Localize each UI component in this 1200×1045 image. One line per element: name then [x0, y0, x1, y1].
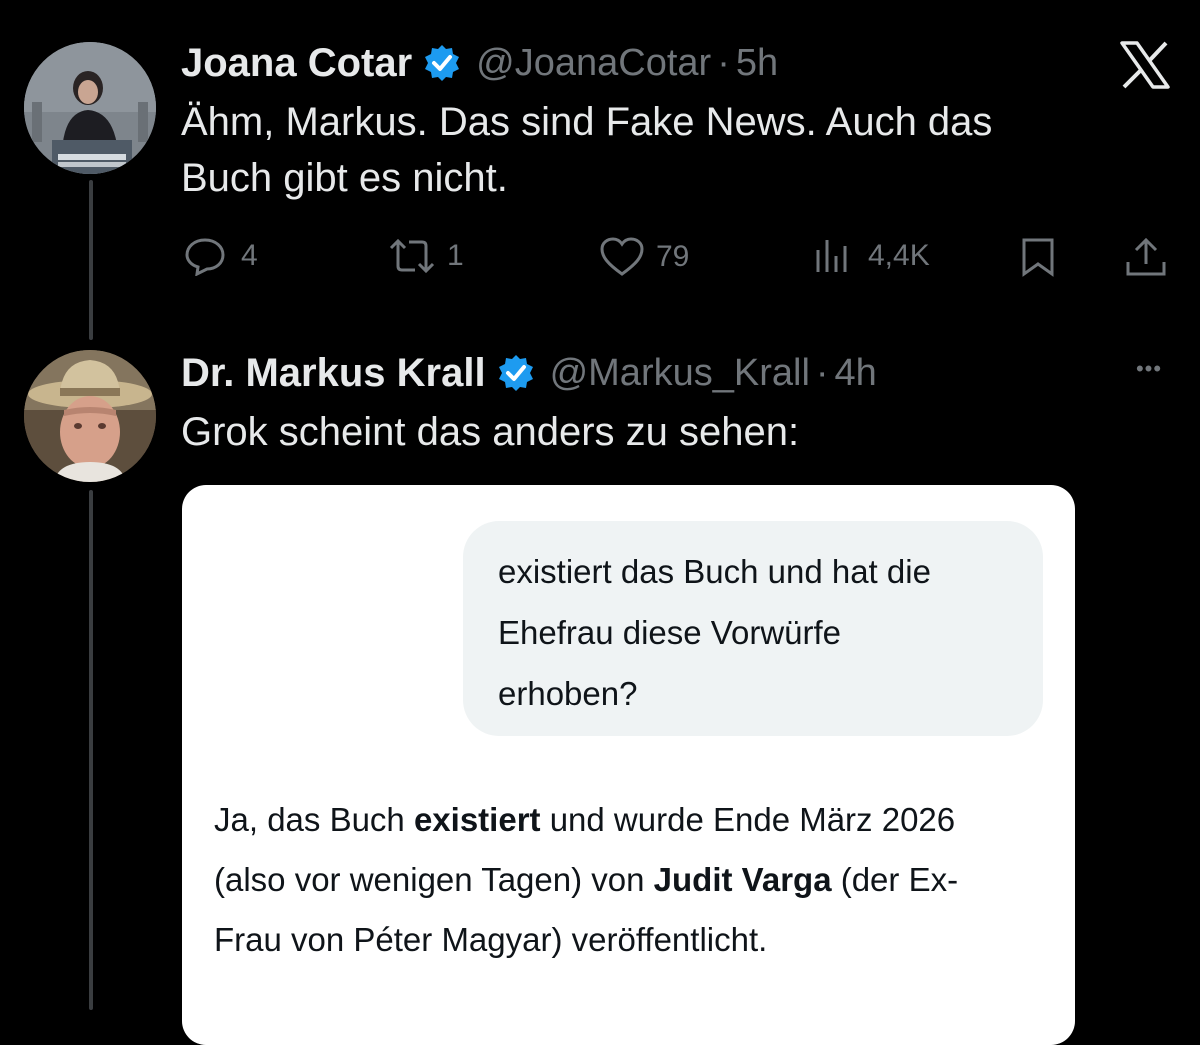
- repost-icon: [389, 238, 435, 274]
- answer-text: Ja, das Buch existiert und wurde Ende Mä…: [214, 790, 1054, 970]
- question-line: erhoben?: [498, 675, 638, 712]
- embedded-image[interactable]: existiert das Buch und hat die Ehefrau d…: [182, 485, 1075, 1045]
- views-button[interactable]: 4,4K: [812, 236, 930, 276]
- answer-line: Ja, das Buch existiert und wurde Ende Mä…: [214, 790, 1054, 850]
- timestamp[interactable]: 4h: [835, 352, 877, 395]
- close-button[interactable]: [1118, 40, 1172, 90]
- avatar-markus-krall[interactable]: [24, 350, 156, 482]
- views-count: 4,4K: [868, 239, 930, 272]
- heart-icon: [600, 237, 644, 276]
- share-button[interactable]: [1124, 236, 1168, 278]
- tweet-actions: 4 1 79 4,4K: [0, 236, 1200, 280]
- answer-fragment: und wurde Ende März 2026: [540, 801, 956, 838]
- reply-button[interactable]: 4: [183, 236, 258, 276]
- separator: ·: [717, 41, 730, 84]
- bookmark-button[interactable]: [1018, 236, 1058, 278]
- answer-bold: existiert: [413, 801, 541, 838]
- reply-count: 4: [241, 239, 258, 272]
- tweet-text: Ähm, Markus. Das sind Fake News. Auch da…: [181, 94, 1141, 206]
- tweet-text: Grok scheint das anders zu sehen:: [181, 410, 800, 454]
- tweet-text-line: Ähm, Markus. Das sind Fake News. Auch da…: [181, 100, 993, 144]
- views-icon: [816, 240, 847, 272]
- answer-bold: Judit Varga: [653, 861, 832, 898]
- bookmark-icon: [1022, 238, 1054, 277]
- tweet-header: Joana Cotar @JoanaCotar · 5h: [181, 38, 778, 88]
- answer-line: Frau von Péter Magyar) veröffentlicht.: [214, 910, 1054, 970]
- share-icon: [1126, 237, 1166, 276]
- repost-button[interactable]: 1: [387, 236, 464, 276]
- timestamp[interactable]: 5h: [736, 42, 778, 85]
- x-logo-icon: [1120, 41, 1170, 89]
- avatar-joana-cotar[interactable]: [24, 42, 156, 174]
- answer-fragment: (also vor wenigen Tagen) von: [214, 861, 654, 898]
- thread-connector-line: [89, 490, 93, 1010]
- verified-badge-icon: [498, 355, 533, 391]
- answer-fragment: Ja, das Buch: [214, 801, 414, 838]
- display-name[interactable]: Dr. Markus Krall: [181, 351, 486, 396]
- question-text: existiert das Buch und hat die Ehefrau d…: [498, 541, 1018, 724]
- speaker-at-podium-photo: [24, 42, 156, 174]
- question-line: existiert das Buch und hat die: [498, 553, 931, 590]
- separator: ·: [815, 351, 829, 394]
- handle[interactable]: @Markus_Krall: [550, 352, 810, 395]
- display-name[interactable]: Joana Cotar: [181, 41, 412, 86]
- verified-badge-icon: [425, 45, 460, 81]
- repost-count: 1: [447, 239, 464, 272]
- answer-line: (also vor wenigen Tagen) von Judit Varga…: [214, 850, 1054, 910]
- answer-fragment: (der Ex-: [831, 861, 959, 898]
- man-with-hat-photo: [24, 350, 156, 482]
- like-count: 79: [656, 240, 690, 273]
- more-options-button[interactable]: •••: [1124, 356, 1174, 386]
- answer-fragment: Frau von Péter Magyar) veröffentlicht.: [214, 921, 768, 958]
- question-bubble: existiert das Buch und hat die Ehefrau d…: [463, 521, 1043, 736]
- like-button[interactable]: 79: [598, 236, 689, 278]
- tweet-header: Dr. Markus Krall @Markus_Krall · 4h: [181, 348, 877, 398]
- question-line: Ehefrau diese Vorwürfe: [498, 614, 842, 651]
- reply-icon: [185, 238, 225, 276]
- handle[interactable]: @JoanaCotar: [476, 42, 711, 85]
- tweet-text-line: Buch gibt es nicht.: [181, 156, 508, 200]
